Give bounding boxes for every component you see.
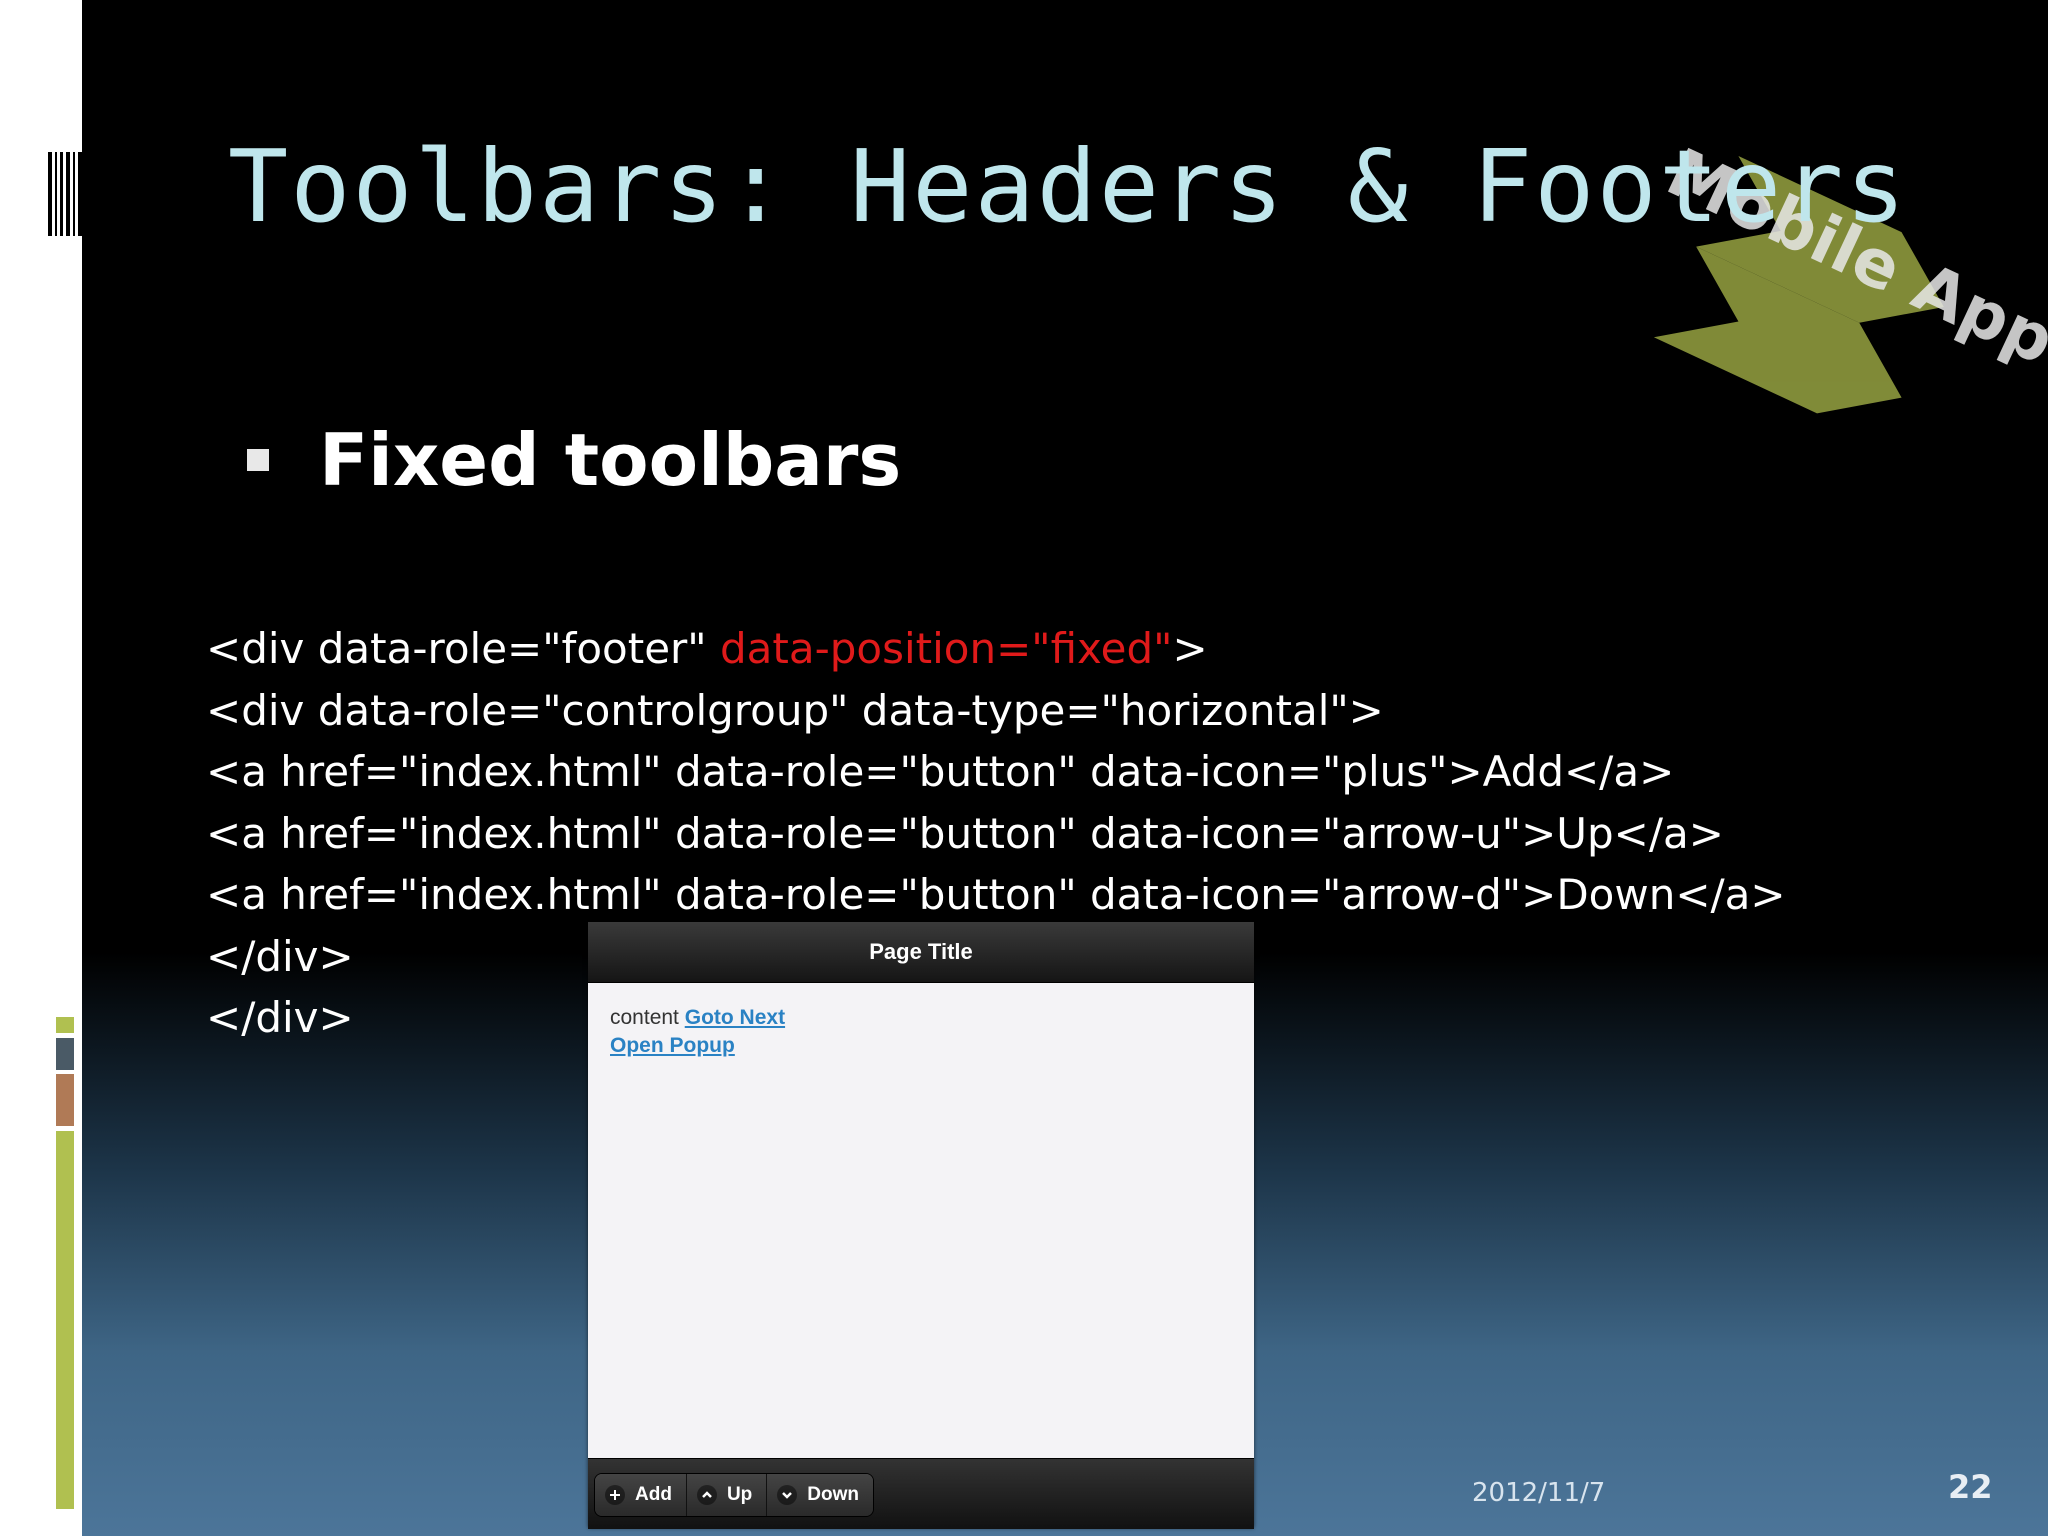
phone-header: Page Title bbox=[588, 922, 1254, 983]
code-line: <a href="index.html" data-role="button" … bbox=[206, 870, 1786, 919]
code-line: <div data-role="footer" data-position="f… bbox=[206, 624, 1208, 673]
code-line: <a href="index.html" data-role="button" … bbox=[206, 808, 1724, 858]
arrow-up-icon bbox=[696, 1485, 717, 1505]
code-line: <div data-role="controlgroup" data-type=… bbox=[206, 685, 1384, 735]
accent-bar-green bbox=[56, 1131, 74, 1509]
slide: Mobile App Toolbars: Headers & Footers F… bbox=[82, 0, 2048, 1536]
up-button[interactable]: Up bbox=[686, 1474, 768, 1516]
slide-date: 2012/11/7 bbox=[1472, 1478, 1606, 1508]
footer-controlgroup: Add Up Down bbox=[594, 1473, 874, 1517]
down-button[interactable]: Down bbox=[767, 1474, 873, 1516]
accent-bar-brown bbox=[56, 1074, 74, 1126]
bullet-square-icon bbox=[247, 449, 269, 471]
bullet-text: Fixed toolbars bbox=[319, 418, 902, 502]
accent-bar-slate bbox=[56, 1038, 74, 1070]
up-button-label: Up bbox=[726, 1484, 753, 1505]
phone-page-title: Page Title bbox=[869, 939, 973, 964]
slide-title: Toolbars: Headers & Footers bbox=[228, 128, 1908, 245]
bullet-item: Fixed toolbars bbox=[247, 418, 901, 502]
accent-bar-green-top bbox=[56, 1017, 74, 1033]
barcode-decoration bbox=[48, 152, 82, 236]
phone-screenshot: Page Title content Goto Next Open Popup … bbox=[588, 922, 1254, 1529]
content-text: content bbox=[610, 1006, 679, 1029]
code-line: <a href="index.html" data-role="button" … bbox=[206, 747, 1675, 796]
phone-content: content Goto Next Open Popup bbox=[610, 1004, 785, 1060]
add-button[interactable]: Add bbox=[595, 1474, 687, 1516]
phone-footer-toolbar: Add Up Down bbox=[588, 1458, 1254, 1529]
down-button-label: Down bbox=[807, 1484, 859, 1505]
goto-next-link[interactable]: Goto Next bbox=[685, 1006, 785, 1029]
code-highlight: data-position="fixed" bbox=[719, 624, 1173, 673]
add-button-label: Add bbox=[635, 1484, 672, 1505]
plus-icon bbox=[605, 1485, 625, 1505]
page-number: 22 bbox=[1948, 1468, 1993, 1506]
arrow-down-icon bbox=[777, 1485, 798, 1505]
open-popup-link[interactable]: Open Popup bbox=[610, 1034, 735, 1057]
